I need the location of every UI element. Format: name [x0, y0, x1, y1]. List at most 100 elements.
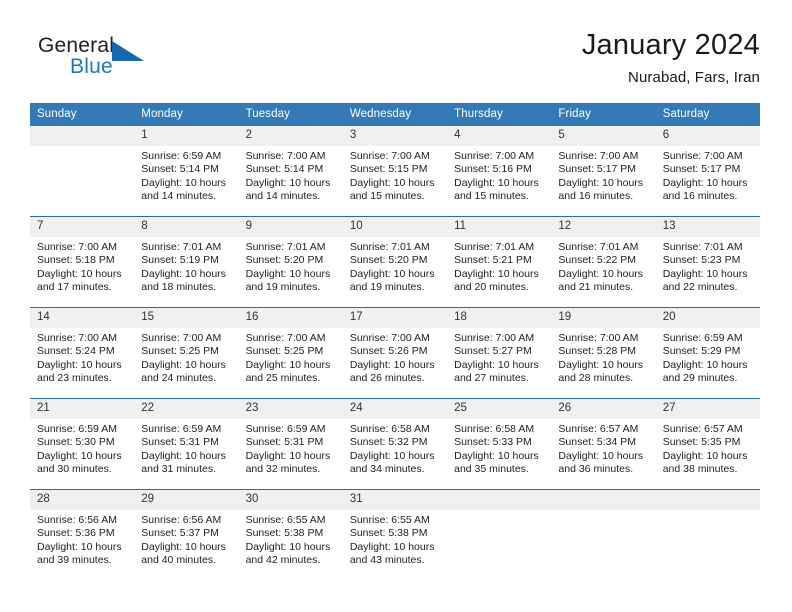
day-number: 2	[238, 126, 343, 146]
daylight-text-line2: and 22 minutes.	[662, 281, 738, 294]
day-sun-info: Sunrise: 6:55 AM Sunset: 5:38 PM Daylight:…	[343, 510, 447, 568]
sunrise-text: Sunrise: 6:59 AM	[662, 332, 743, 344]
daylight-text-line1: Daylight: 10 hours	[558, 267, 644, 280]
calendar-day-cell[interactable]: 13 Sunrise: 7:01 AM Sunset: 5:23 PM Dayligh…	[655, 216, 760, 308]
calendar-day-cell[interactable]: 12 Sunrise: 7:01 AM Sunset: 5:22 PM Dayligh…	[551, 216, 656, 308]
daylight-text-line2: and 28 minutes.	[558, 372, 634, 385]
weekday-header-wednesday: Wednesday	[342, 103, 448, 126]
day-sun-info: Sunrise: 7:00 AM Sunset: 5:25 PM Daylight:…	[239, 328, 343, 386]
sunrise-text: Sunrise: 7:00 AM	[245, 150, 326, 162]
sunrise-text: Sunrise: 6:57 AM	[662, 423, 743, 435]
calendar-day-cell[interactable]: 30 Sunrise: 6:55 AM Sunset: 5:38 PM Dayligh…	[238, 489, 343, 580]
daylight-text-line1: Daylight: 10 hours	[245, 540, 331, 553]
calendar-day-cell-empty	[655, 489, 760, 580]
day-sun-info: Sunrise: 7:00 AM Sunset: 5:24 PM Daylight:…	[30, 328, 134, 386]
calendar-day-cell[interactable]: 8 Sunrise: 7:01 AM Sunset: 5:19 PM Daylight…	[134, 216, 239, 308]
weekday-header-sunday: Sunday	[30, 103, 135, 126]
calendar-day-cell[interactable]: 10 Sunrise: 7:01 AM Sunset: 5:20 PM Dayligh…	[342, 216, 448, 308]
daylight-text-line1: Daylight: 10 hours	[245, 267, 331, 280]
calendar-day-cell[interactable]: 17 Sunrise: 7:00 AM Sunset: 5:26 PM Dayligh…	[342, 307, 448, 399]
sunrise-text: Sunrise: 6:56 AM	[141, 514, 222, 526]
day-sun-info: Sunrise: 7:01 AM Sunset: 5:21 PM Daylight:…	[447, 237, 551, 295]
sunset-text: Sunset: 5:38 PM	[349, 527, 428, 540]
weekday-header-monday: Monday	[134, 103, 239, 126]
sunrise-text: Sunrise: 7:00 AM	[558, 150, 639, 162]
calendar-day-cell[interactable]: 20 Sunrise: 6:59 AM Sunset: 5:29 PM Dayligh…	[655, 307, 760, 399]
sunrise-text: Sunrise: 6:56 AM	[37, 514, 117, 526]
sunrise-text: Sunrise: 7:00 AM	[349, 150, 430, 162]
sunset-text: Sunset: 5:16 PM	[454, 163, 532, 176]
logo-triangle-icon	[112, 41, 144, 61]
sunrise-text: Sunrise: 6:57 AM	[558, 423, 639, 435]
sunset-text: Sunset: 5:20 PM	[349, 254, 428, 267]
daylight-text-line1: Daylight: 10 hours	[141, 267, 226, 280]
daylight-text-line2: and 17 minutes.	[37, 281, 112, 294]
calendar-day-cell[interactable]: 1 Sunrise: 6:59 AM Sunset: 5:14 PM Daylight…	[134, 126, 239, 217]
calendar-day-cell[interactable]: 5 Sunrise: 7:00 AM Sunset: 5:17 PM Daylight…	[551, 126, 656, 217]
calendar-day-cell[interactable]: 28 Sunrise: 6:56 AM Sunset: 5:36 PM Dayligh…	[30, 489, 135, 580]
day-number	[30, 126, 135, 146]
daylight-text-line1: Daylight: 10 hours	[245, 358, 331, 371]
sunset-text: Sunset: 5:14 PM	[141, 163, 219, 176]
calendar-day-cell[interactable]: 3 Sunrise: 7:00 AM Sunset: 5:15 PM Daylight…	[342, 126, 448, 217]
daylight-text-line2: and 30 minutes.	[37, 463, 112, 476]
calendar-day-cell[interactable]: 7 Sunrise: 7:00 AM Sunset: 5:18 PM Daylight…	[30, 216, 135, 308]
day-number: 29	[134, 490, 239, 510]
daylight-text-line2: and 23 minutes.	[37, 372, 112, 385]
calendar-day-cell[interactable]: 29 Sunrise: 6:56 AM Sunset: 5:37 PM Dayligh…	[134, 489, 239, 580]
daylight-text-line2: and 40 minutes.	[141, 554, 216, 567]
day-number: 25	[447, 399, 552, 419]
day-sun-info: Sunrise: 7:00 AM Sunset: 5:17 PM Daylight:…	[551, 146, 655, 204]
calendar-day-cell[interactable]: 16 Sunrise: 7:00 AM Sunset: 5:25 PM Dayligh…	[238, 307, 343, 399]
day-number	[551, 490, 656, 510]
calendar-day-cell[interactable]: 24 Sunrise: 6:58 AM Sunset: 5:32 PM Dayligh…	[342, 398, 448, 490]
page-header: General Blue January 2024 Nurabad, Fars,…	[30, 28, 760, 98]
daylight-text-line1: Daylight: 10 hours	[141, 540, 226, 553]
daylight-text-line2: and 35 minutes.	[454, 463, 529, 476]
day-number: 7	[30, 217, 135, 237]
sunrise-text: Sunrise: 7:00 AM	[141, 332, 222, 344]
calendar-day-cell[interactable]: 21 Sunrise: 6:59 AM Sunset: 5:30 PM Dayligh…	[30, 398, 135, 490]
calendar-day-cell[interactable]: 31 Sunrise: 6:55 AM Sunset: 5:38 PM Dayligh…	[342, 489, 448, 580]
sunrise-text: Sunrise: 7:00 AM	[558, 332, 639, 344]
sunset-text: Sunset: 5:35 PM	[662, 436, 741, 449]
daylight-text-line1: Daylight: 10 hours	[558, 358, 644, 371]
calendar-day-cell[interactable]: 26 Sunrise: 6:57 AM Sunset: 5:34 PM Dayligh…	[551, 398, 656, 490]
day-sun-info: Sunrise: 6:56 AM Sunset: 5:37 PM Daylight:…	[134, 510, 238, 568]
logo-text-blue: Blue	[70, 55, 113, 78]
sunset-text: Sunset: 5:31 PM	[245, 436, 324, 449]
calendar-week-row: 7 Sunrise: 7:00 AM Sunset: 5:18 PM Daylight…	[30, 216, 760, 308]
calendar-day-cell[interactable]: 23 Sunrise: 6:59 AM Sunset: 5:31 PM Dayligh…	[238, 398, 343, 490]
calendar-day-cell[interactable]: 9 Sunrise: 7:01 AM Sunset: 5:20 PM Daylight…	[238, 216, 343, 308]
calendar-day-cell[interactable]: 27 Sunrise: 6:57 AM Sunset: 5:35 PM Dayligh…	[655, 398, 760, 490]
calendar-day-cell[interactable]: 2 Sunrise: 7:00 AM Sunset: 5:14 PM Daylight…	[238, 126, 343, 217]
calendar-day-cell[interactable]: 22 Sunrise: 6:59 AM Sunset: 5:31 PM Dayligh…	[134, 398, 239, 490]
sunset-text: Sunset: 5:23 PM	[662, 254, 741, 267]
calendar-body: 1 Sunrise: 6:59 AM Sunset: 5:14 PM Daylight…	[30, 126, 760, 580]
daylight-text-line2: and 15 minutes.	[349, 190, 425, 203]
day-number: 11	[447, 217, 552, 237]
calendar-day-cell[interactable]: 11 Sunrise: 7:01 AM Sunset: 5:21 PM Dayligh…	[447, 216, 552, 308]
sunset-text: Sunset: 5:28 PM	[558, 345, 637, 358]
day-sun-info: Sunrise: 7:01 AM Sunset: 5:22 PM Daylight:…	[551, 237, 655, 295]
calendar-day-cell[interactable]: 18 Sunrise: 7:00 AM Sunset: 5:27 PM Dayligh…	[447, 307, 552, 399]
sunrise-text: Sunrise: 7:01 AM	[662, 241, 743, 253]
day-sun-info: Sunrise: 7:00 AM Sunset: 5:28 PM Daylight:…	[551, 328, 655, 386]
daylight-text-line1: Daylight: 10 hours	[349, 540, 435, 553]
calendar-day-cell[interactable]: 6 Sunrise: 7:00 AM Sunset: 5:17 PM Daylight…	[655, 126, 760, 217]
day-number: 10	[342, 217, 448, 237]
day-number: 30	[238, 490, 343, 510]
day-sun-info: Sunrise: 7:01 AM Sunset: 5:19 PM Daylight:…	[134, 237, 238, 295]
day-number: 12	[551, 217, 656, 237]
daylight-text-line2: and 29 minutes.	[662, 372, 738, 385]
daylight-text-line2: and 31 minutes.	[141, 463, 216, 476]
day-sun-info: Sunrise: 6:55 AM Sunset: 5:38 PM Daylight:…	[239, 510, 343, 568]
calendar-day-cell[interactable]: 15 Sunrise: 7:00 AM Sunset: 5:25 PM Dayligh…	[134, 307, 239, 399]
calendar-day-cell[interactable]: 19 Sunrise: 7:00 AM Sunset: 5:28 PM Dayligh…	[551, 307, 656, 399]
calendar-day-cell[interactable]: 4 Sunrise: 7:00 AM Sunset: 5:16 PM Daylight…	[447, 126, 552, 217]
sunset-text: Sunset: 5:30 PM	[37, 436, 115, 449]
day-number: 23	[238, 399, 343, 419]
calendar-day-cell[interactable]: 25 Sunrise: 6:58 AM Sunset: 5:33 PM Dayligh…	[447, 398, 552, 490]
daylight-text-line1: Daylight: 10 hours	[349, 449, 435, 462]
calendar-day-cell[interactable]: 14 Sunrise: 7:00 AM Sunset: 5:24 PM Dayligh…	[30, 307, 135, 399]
